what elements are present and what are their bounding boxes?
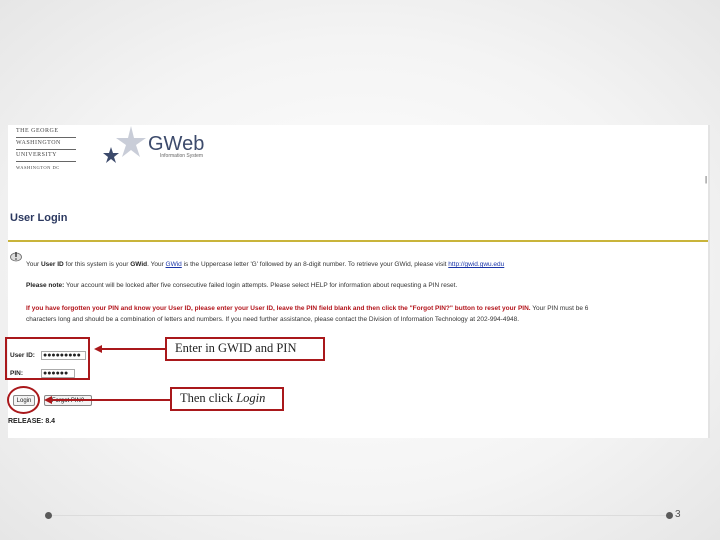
- callout-text: Enter in GWID and PIN: [175, 341, 297, 355]
- slide: THE GEORGE WASHINGTON UNIVERSITY WASHING…: [0, 0, 720, 540]
- credentials-highlight: [5, 337, 90, 380]
- note-label: Please note:: [26, 282, 65, 289]
- info-text: GWid: [130, 261, 148, 268]
- page-title: User Login: [10, 212, 68, 224]
- info-icon: [10, 252, 22, 262]
- login-highlight: [7, 386, 40, 414]
- screenshot-edge: [708, 125, 710, 438]
- edge-mark: |: [705, 175, 708, 184]
- callout-emphasis: Login: [236, 391, 266, 405]
- logo-line: UNIVERSITY: [16, 152, 57, 158]
- logo-line: WASHINGTON: [16, 140, 61, 146]
- logo-line: THE GEORGE: [16, 128, 59, 134]
- logo-line: WASHINGTON DC: [16, 165, 60, 170]
- app-subtitle: Information System: [160, 153, 204, 159]
- info-text: is the Uppercase letter 'G' followed by …: [181, 261, 449, 268]
- forgot-instructions: If you have forgotten your PIN and know …: [26, 305, 531, 312]
- info-line-pin-rules: characters long and should be a combinat…: [26, 316, 710, 323]
- slide-number: 3: [675, 509, 681, 520]
- footer-bullet-right: [666, 512, 673, 519]
- info-text: User ID: [40, 261, 64, 268]
- info-text: Your: [26, 261, 41, 268]
- info-text: for this system is your: [63, 261, 131, 268]
- note-text: Your account will be locked after five c…: [64, 282, 458, 289]
- footer-bullet-left: [45, 512, 52, 519]
- info-line-forgot: If you have forgotten your PIN and know …: [26, 305, 710, 312]
- info-line-userid: Your User ID for this system is your GWi…: [26, 261, 710, 268]
- info-text: Your PIN must be 6: [530, 305, 589, 312]
- callout-click-login: Then click Login: [170, 387, 284, 411]
- gwid-link[interactable]: GWid: [166, 261, 182, 268]
- callout-text: Then click: [180, 391, 237, 405]
- info-line-note: Please note: Your account will be locked…: [26, 282, 710, 289]
- info-text: characters long and should be a combinat…: [26, 316, 520, 323]
- gweb-login-screenshot: THE GEORGE WASHINGTON UNIVERSITY WASHING…: [8, 125, 710, 438]
- footer-divider: [52, 515, 666, 516]
- release-version: RELEASE: 8.4: [8, 418, 56, 425]
- university-logo: THE GEORGE WASHINGTON UNIVERSITY WASHING…: [16, 127, 76, 172]
- info-text: . Your: [147, 261, 166, 268]
- forgot-pin-button[interactable]: Forgot PIN?: [44, 395, 92, 406]
- gwid-url-link[interactable]: http://gwid.gwu.edu: [448, 261, 504, 268]
- divider: [8, 240, 710, 242]
- callout-enter-credentials: Enter in GWID and PIN: [165, 337, 325, 361]
- star-logo-icon: [103, 126, 146, 163]
